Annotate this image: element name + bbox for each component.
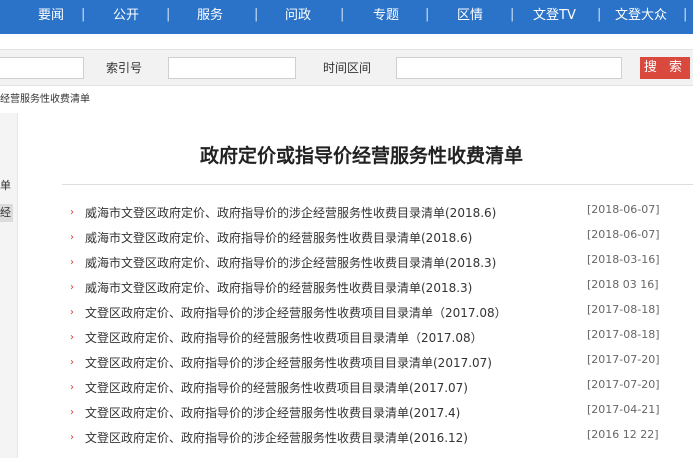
list-item-date: [2018 03 16] [587, 278, 659, 291]
nav-item-wendeng-public[interactable]: 文登大众 [615, 8, 667, 24]
top-nav-bar: 要闻 | 公开 | 服务 | 问政 | 专题 | 区情 | 文登TV | 文登大… [0, 0, 693, 34]
list-item[interactable]: › 威海市文登区政府定价、政府指导价的涉企经营服务性收费目录清单(2018.3)… [30, 253, 693, 273]
list-item-link[interactable]: 文登区政府定价、政府指导价的涉企经营服务性收费项目目录清单(2017.07) [85, 355, 492, 371]
list-item-date: [2017-08-18] [587, 303, 660, 316]
list-item[interactable]: › 文登区政府定价、政府指导价的经营服务性收费项目目录清单（2017.08） [… [30, 328, 693, 348]
time-range-input[interactable] [396, 57, 622, 79]
nav-separator: | [597, 7, 602, 22]
sidebar-item-partial[interactable]: 单 [0, 179, 11, 193]
time-range-label: 时间区间 [323, 61, 372, 75]
bullet-icon: › [70, 407, 74, 418]
nav-separator: | [510, 7, 515, 22]
title-divider [62, 184, 693, 185]
nav-separator: | [340, 7, 345, 22]
search-button[interactable]: 搜 索 [640, 57, 690, 79]
list-item-link[interactable]: 威海市文登区政府定价、政府指导价的经营服务性收费目录清单(2018.6) [85, 230, 472, 246]
nav-separator: | [425, 7, 430, 22]
list-item[interactable]: › 威海市文登区政府定价、政府指导价的涉企经营服务性收费目录清单(2018.6)… [30, 203, 693, 223]
list-item-link[interactable]: 文登区政府定价、政府指导价的经营服务性收费项目目录清单（2017.08） [85, 330, 483, 346]
nav-separator: | [683, 7, 688, 22]
nav-separator: | [254, 7, 259, 22]
list-item-date: [2017-07-20] [587, 378, 660, 391]
index-number-input[interactable] [168, 57, 296, 79]
list-item[interactable]: › 文登区政府定价、政府指导价的经营服务性收费项目目录清单(2017.07) [… [30, 378, 693, 398]
nav-item-topics[interactable]: 专题 [373, 8, 399, 24]
bullet-icon: › [70, 382, 74, 393]
nav-item-service[interactable]: 服务 [197, 8, 223, 24]
list-item[interactable]: › 文登区政府定价、政府指导价的涉企经营服务性收费目录清单(2017.4) [2… [30, 403, 693, 423]
list-item-link[interactable]: 文登区政府定价、政府指导价的涉企经营服务性收费目录清单(2017.4) [85, 405, 460, 421]
list-item-date: [2018-06-07] [587, 203, 660, 216]
bullet-icon: › [70, 282, 74, 293]
bullet-icon: › [70, 232, 74, 243]
list-item-link[interactable]: 文登区政府定价、政府指导价的经营服务性收费项目目录清单(2017.07) [85, 380, 468, 396]
nav-separator: | [81, 7, 86, 22]
nav-separator: | [166, 7, 171, 22]
search-bar: 索引号 时间区间 搜 索 [0, 49, 693, 86]
main-content: 政府定价或指导价经营服务性收费清单 › 威海市文登区政府定价、政府指导价的涉企经… [30, 113, 693, 458]
list-item-link[interactable]: 威海市文登区政府定价、政府指导价的涉企经营服务性收费目录清单(2018.3) [85, 255, 496, 271]
bullet-icon: › [70, 332, 74, 343]
bullet-icon: › [70, 257, 74, 268]
list-item[interactable]: › 文登区政府定价、政府指导价的涉企经营服务性收费项目目录清单(2017.07)… [30, 353, 693, 373]
nav-item-wendeng-tv[interactable]: 文登TV [533, 8, 576, 24]
list-item-date: [2018-03-16] [587, 253, 660, 266]
nav-item-inquiry[interactable]: 问政 [285, 8, 311, 24]
list-item[interactable]: › 威海市文登区政府定价、政府指导价的经营服务性收费目录清单(2018.3) [… [30, 278, 693, 298]
list-item-date: [2017-07-20] [587, 353, 660, 366]
list-item[interactable]: › 威海市文登区政府定价、政府指导价的经营服务性收费目录清单(2018.6) [… [30, 228, 693, 248]
keyword-input[interactable] [0, 57, 84, 79]
nav-item-news[interactable]: 要闻 [38, 8, 64, 24]
list-item-date: [2016 12 22] [587, 428, 659, 441]
list-item[interactable]: › 文登区政府定价、政府指导价的涉企经营服务性收费项目目录清单（2017.08）… [30, 303, 693, 323]
nav-item-public[interactable]: 公开 [113, 8, 139, 24]
sidebar-item-active-partial[interactable]: 经 [0, 204, 13, 222]
list-item-link[interactable]: 文登区政府定价、政府指导价的涉企经营服务性收费目录清单(2016.12) [85, 430, 468, 446]
bullet-icon: › [70, 357, 74, 368]
breadcrumb: 经营服务性收费清单 [0, 94, 90, 105]
list-item[interactable]: › 文登区政府定价、政府指导价的涉企经营服务性收费目录清单(2016.12) [… [30, 428, 693, 448]
list-item-link[interactable]: 文登区政府定价、政府指导价的涉企经营服务性收费项目目录清单（2017.08） [85, 305, 507, 321]
list-item-date: [2018-06-07] [587, 228, 660, 241]
index-label: 索引号 [106, 61, 143, 75]
nav-item-district[interactable]: 区情 [457, 8, 483, 24]
left-sidebar: 单 经 [0, 113, 18, 458]
list-item-date: [2017-04-21] [587, 403, 660, 416]
bullet-icon: › [70, 207, 74, 218]
page-title: 政府定价或指导价经营服务性收费清单 [199, 145, 523, 167]
list-item-link[interactable]: 威海市文登区政府定价、政府指导价的涉企经营服务性收费目录清单(2018.6) [85, 205, 496, 221]
bullet-icon: › [70, 432, 74, 443]
list-item-date: [2017-08-18] [587, 328, 660, 341]
list-item-link[interactable]: 威海市文登区政府定价、政府指导价的经营服务性收费目录清单(2018.3) [85, 280, 472, 296]
bullet-icon: › [70, 307, 74, 318]
